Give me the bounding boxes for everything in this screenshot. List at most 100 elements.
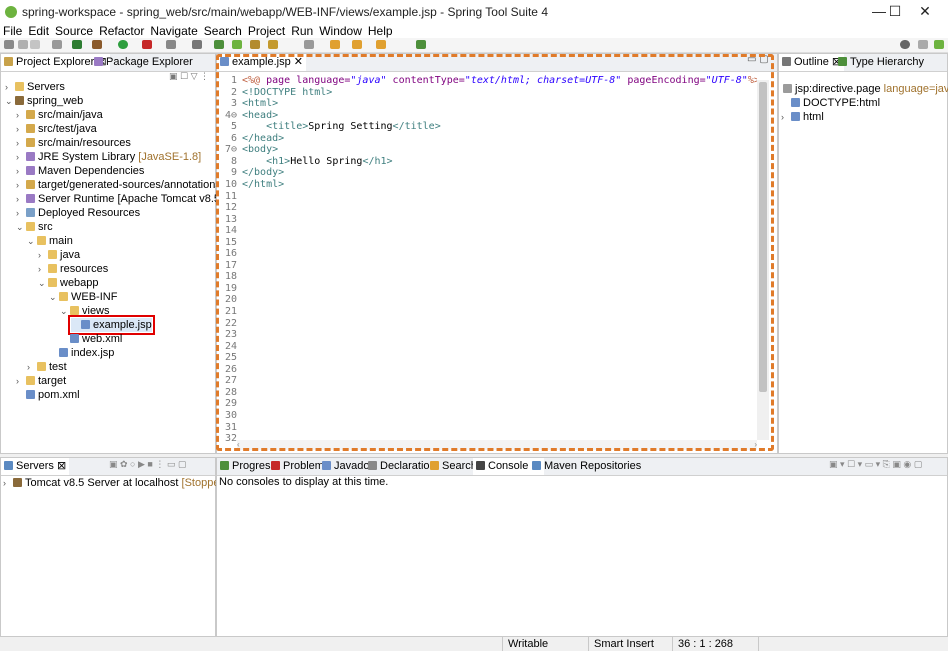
prev-annotation-icon[interactable] [330, 40, 340, 49]
menu-edit[interactable]: Edit [25, 24, 52, 38]
menu-refactor[interactable]: Refactor [96, 24, 147, 38]
chevron-down-icon[interactable]: ⌄ [5, 94, 15, 108]
menu-help[interactable]: Help [365, 24, 396, 38]
chevron-right-icon[interactable]: › [38, 262, 48, 276]
search-icon[interactable] [900, 40, 910, 49]
tree-item[interactable]: › Servers [5, 80, 65, 94]
run-icon[interactable] [118, 40, 128, 49]
tree-item[interactable]: example.jsp [68, 315, 155, 335]
close-button[interactable]: ✕ [902, 0, 948, 24]
doctype-icon [791, 98, 800, 107]
chevron-right-icon[interactable]: › [16, 150, 26, 164]
tab-servers[interactable]: Servers ⊠ [1, 458, 70, 475]
chevron-right-icon[interactable]: › [781, 110, 791, 124]
tree-item-label: web.xml [82, 333, 123, 345]
tree-item[interactable]: ⌄ spring_web [5, 94, 83, 108]
tree-item[interactable]: › src/main/resources [16, 136, 131, 150]
chevron-right-icon[interactable]: › [3, 476, 13, 490]
outline-item-doctype[interactable]: DOCTYPE:html [791, 96, 880, 110]
library-icon [26, 152, 35, 161]
menu-file[interactable]: File [0, 24, 25, 38]
back-icon[interactable] [352, 40, 362, 49]
tree-item[interactable]: ⌄ main [27, 234, 73, 248]
tree-item[interactable]: › java [38, 248, 80, 262]
stop-icon[interactable] [166, 40, 176, 49]
menu-project[interactable]: Project [245, 24, 288, 38]
next-annotation-icon[interactable] [304, 40, 314, 49]
chevron-right-icon[interactable]: › [16, 122, 26, 136]
outline-item-html[interactable]: › html [781, 110, 824, 124]
coverage-icon[interactable] [192, 40, 202, 49]
pin-editor-icon[interactable] [416, 40, 426, 49]
chevron-right-icon[interactable]: › [16, 108, 26, 122]
chevron-right-icon[interactable]: › [16, 164, 26, 178]
chevron-right-icon[interactable]: › [38, 248, 48, 262]
chevron-right-icon[interactable]: › [27, 360, 37, 374]
tab-search[interactable]: Search [427, 458, 480, 475]
menu-source[interactable]: Source [52, 24, 96, 38]
outline-item-directive[interactable]: jsp:directive.page language=java [783, 82, 948, 96]
save-icon[interactable] [18, 40, 28, 49]
chevron-down-icon[interactable]: ⌄ [16, 220, 26, 234]
tree-item[interactable]: › Deployed Resources [16, 206, 140, 220]
tree-item[interactable]: › src/test/java [16, 122, 97, 136]
tree-item-label: Deployed Resources [38, 207, 141, 219]
server-row[interactable]: › Tomcat v8.5 Server at localhost [Stoppe… [3, 476, 229, 490]
menu-run[interactable]: Run [288, 24, 316, 38]
chevron-right-icon[interactable]: › [16, 178, 26, 192]
chevron-down-icon[interactable]: ⌄ [27, 234, 37, 248]
tree-item[interactable]: web.xml [60, 332, 122, 346]
servers-view-tools[interactable]: ▣ ✿ ○ ▶ ■ ⋮ ▭ ▢ [109, 459, 186, 470]
tree-item[interactable]: › resources [38, 262, 108, 276]
console-view-tools[interactable]: ▣ ▾ ☐ ▾ ▭ ▾ ⎘ ▣ ◉ ▢ [829, 459, 922, 470]
search-tool-icon[interactable] [268, 40, 278, 49]
tab-package-explorer[interactable]: Package Explorer [91, 54, 196, 71]
tree-item[interactable]: › target/generated-sources/annotations [16, 178, 221, 192]
tree-item[interactable]: pom.xml [16, 388, 80, 402]
menu-window[interactable]: Window [316, 24, 365, 38]
tree-item[interactable]: › target [16, 374, 66, 388]
xml-file-icon [26, 390, 35, 399]
external-tools-icon[interactable] [142, 40, 152, 49]
open-perspective-icon[interactable] [918, 40, 928, 49]
tree-item[interactable]: › Server Runtime [Apache Tomcat v8.5] [16, 192, 223, 206]
chevron-right-icon[interactable]: › [5, 80, 15, 94]
tree-item[interactable]: ⌄ WEB-INF [49, 290, 117, 304]
new-spring-icon[interactable] [214, 40, 224, 49]
spring-boot-icon[interactable] [92, 40, 102, 49]
spring-perspective-icon[interactable] [934, 40, 944, 49]
chevron-right-icon[interactable]: › [16, 374, 26, 388]
tree-item[interactable]: › src/main/java [16, 108, 103, 122]
chevron-down-icon[interactable]: ⌄ [49, 290, 59, 304]
chevron-right-icon[interactable]: › [16, 136, 26, 150]
tab-type-hierarchy[interactable]: Type Hierarchy [835, 54, 927, 71]
tab-maven-repositories[interactable]: Maven Repositories [529, 458, 644, 475]
dashboard-icon[interactable] [232, 40, 242, 49]
library-icon [26, 166, 35, 175]
chevron-down-icon[interactable]: ⌄ [60, 304, 70, 318]
console-icon [476, 461, 485, 470]
chevron-right-icon[interactable]: › [16, 192, 26, 206]
build-icon[interactable] [52, 40, 62, 49]
forward-icon[interactable] [376, 40, 386, 49]
tree-item[interactable]: › test [27, 360, 67, 374]
open-type-icon[interactable] [250, 40, 260, 49]
tree-item[interactable]: ⌄ src [16, 220, 53, 234]
tree-item[interactable]: index.jsp [49, 346, 114, 360]
tree-item[interactable]: › Maven Dependencies [16, 164, 144, 178]
tree-item[interactable]: › JRE System Library [JavaSE-1.8] [16, 150, 201, 164]
debug-icon[interactable] [72, 40, 82, 49]
save-all-icon[interactable] [30, 40, 40, 49]
chevron-down-icon[interactable]: ⌄ [38, 276, 48, 290]
folder-icon [37, 362, 46, 371]
tree-item[interactable]: ⌄ webapp [38, 276, 99, 290]
tree-item-label: src [38, 221, 53, 233]
tree-item-label: main [49, 235, 73, 247]
jsp-file-icon [59, 348, 68, 357]
tree-item[interactable]: ⌄ views [60, 304, 110, 318]
menu-search[interactable]: Search [201, 24, 245, 38]
console-message: No consoles to display at this time. [219, 476, 389, 488]
menu-navigate[interactable]: Navigate [147, 24, 200, 38]
new-icon[interactable] [4, 40, 14, 49]
chevron-right-icon[interactable]: › [16, 206, 26, 220]
